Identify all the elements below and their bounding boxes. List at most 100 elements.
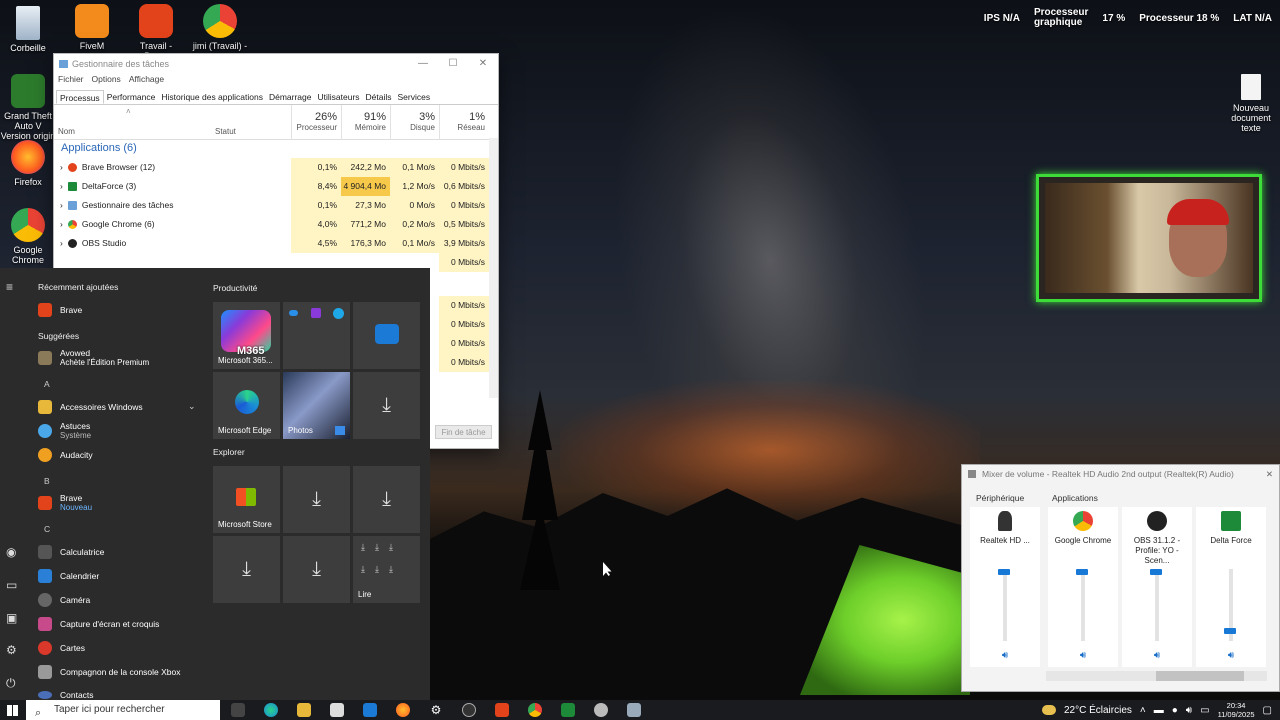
column-disk[interactable]: 3% Disque	[390, 105, 439, 140]
app-brave-2[interactable]: Brave Nouveau	[38, 493, 92, 512]
close-button[interactable]: ✕	[1266, 465, 1273, 483]
mixer-titlebar[interactable]: Mixer de volume - Realtek HD Audio 2nd o…	[962, 465, 1279, 483]
mail-icon[interactable]	[363, 703, 377, 717]
clock[interactable]: 20:34 11/09/2025	[1218, 701, 1255, 719]
file-explorer-icon[interactable]	[297, 703, 311, 717]
microphone-icon[interactable]: ●	[1172, 705, 1178, 716]
speaker-icon[interactable]: 🔊︎	[1048, 650, 1118, 661]
tile-photos[interactable]: Photos	[283, 372, 350, 439]
task-manager-icon[interactable]	[627, 703, 641, 717]
desktop-icon-fivem[interactable]: FiveM	[64, 4, 120, 51]
app-audacity[interactable]: Audacity	[38, 448, 93, 462]
column-name[interactable]: Nom	[58, 127, 75, 136]
firefox-icon[interactable]	[396, 703, 410, 717]
desktop-icon-gta5[interactable]: Grand Theft Auto V Version origin	[0, 74, 56, 141]
column-memory[interactable]: 91% Mémoire	[341, 105, 390, 140]
power-icon[interactable]: ⏻	[6, 676, 16, 691]
column-status[interactable]: Statut	[215, 127, 236, 136]
table-row[interactable]: › OBS Studio 4,5% 176,3 Mo 0,1 Mo/s 3,9 M…	[54, 234, 490, 253]
expand-chevron-icon[interactable]: ›	[60, 196, 63, 215]
desktop-icon-google-chrome[interactable]: Google Chrome	[0, 208, 56, 265]
tab-demarrage[interactable]: Démarrage	[266, 90, 315, 104]
settings-icon[interactable]: ⚙	[429, 703, 443, 717]
tile-office-group[interactable]	[283, 302, 350, 369]
desktop-icon-recycle-bin[interactable]: Corbeille	[0, 6, 56, 53]
expand-chevron-icon[interactable]: ›	[60, 177, 63, 196]
tile-edge[interactable]: Microsoft Edge	[213, 372, 280, 439]
expand-chevron-icon[interactable]: ›	[60, 158, 63, 177]
table-row[interactable]: › Google Chrome (6) 4,0% 771,2 Mo 0,2 Mo/…	[54, 215, 490, 234]
tile-download-3[interactable]: ⤓	[353, 466, 420, 533]
app-capture[interactable]: Capture d'écran et croquis	[38, 617, 159, 631]
chevron-down-icon[interactable]: ⌄	[188, 401, 196, 412]
desktop-icon-new-text-doc[interactable]: Nouveau document texte	[1222, 74, 1280, 133]
volume-slider-thumb[interactable]	[1150, 569, 1162, 575]
letter-a[interactable]: A	[44, 379, 50, 389]
tab-services[interactable]: Services	[395, 90, 434, 104]
app-contacts[interactable]: Contacts	[38, 690, 94, 700]
app-calendrier[interactable]: Calendrier	[38, 569, 99, 583]
table-row[interactable]: › Gestionnaire des tâches 0,1% 27,3 Mo 0 …	[54, 196, 490, 215]
app-compagnon-xbox[interactable]: Compagnon de la console Xbox	[38, 665, 181, 679]
app-accessoires[interactable]: Accessoires Windows	[38, 400, 143, 414]
column-cpu[interactable]: 26% Processeur	[291, 105, 341, 140]
horizontal-scrollbar[interactable]	[1046, 671, 1267, 681]
tile-outlook[interactable]	[353, 302, 420, 369]
minimize-button[interactable]: —	[408, 54, 438, 74]
brave-icon[interactable]	[495, 703, 509, 717]
speaker-icon[interactable]: 🔊︎	[1196, 650, 1266, 661]
volume-slider-track[interactable]	[1081, 569, 1085, 641]
volume-slider-thumb[interactable]	[998, 569, 1010, 575]
vertical-scrollbar[interactable]	[489, 138, 498, 398]
app-astuces[interactable]: Astuces Système	[38, 421, 91, 440]
chrome-icon[interactable]	[528, 703, 542, 717]
expand-chevron-icon[interactable]: ›	[60, 215, 63, 234]
speaker-icon[interactable]: 🔊︎	[1122, 650, 1192, 661]
channel-name[interactable]: Realtek HD ...	[970, 536, 1040, 546]
tile-download-2[interactable]: ⤓	[283, 466, 350, 533]
tile-download-5[interactable]: ⤓	[283, 536, 350, 603]
menu-fichier[interactable]: Fichier	[58, 74, 84, 88]
tile-store[interactable]: Microsoft Store	[213, 466, 280, 533]
app-avowed[interactable]: Avowed Achète l'Édition Premium	[38, 348, 149, 367]
weather-text[interactable]: 22°C Éclaircies	[1064, 705, 1132, 716]
pictures-icon[interactable]: ▣	[6, 611, 17, 625]
tile-lire-group[interactable]: ⤓⤓⤓ ⤓⤓⤓ Lire	[353, 536, 420, 603]
app-icon[interactable]	[594, 703, 608, 717]
hamburger-menu-icon[interactable]: ≡	[6, 280, 13, 294]
tab-utilisateurs[interactable]: Utilisateurs	[314, 90, 362, 104]
start-button[interactable]	[7, 705, 18, 716]
deltaforce-icon[interactable]	[561, 703, 575, 717]
volume-slider-track[interactable]	[1155, 569, 1159, 641]
tab-performance[interactable]: Performance	[104, 90, 159, 104]
keyboard-icon[interactable]: ▭	[1200, 705, 1209, 716]
app-cartes[interactable]: Cartes	[38, 641, 85, 655]
expand-chevron-icon[interactable]: ›	[60, 234, 63, 253]
volume-icon[interactable]: 🔊︎	[1186, 705, 1192, 716]
weather-icon[interactable]	[1041, 705, 1056, 715]
close-button[interactable]: ✕	[468, 54, 498, 74]
volume-slider-thumb[interactable]	[1224, 628, 1236, 635]
documents-icon[interactable]: ▭	[6, 578, 17, 592]
notifications-icon[interactable]: ▢	[1263, 705, 1272, 716]
column-network[interactable]: 1% Réseau	[439, 105, 489, 140]
tab-historique[interactable]: Historique des applications	[158, 90, 266, 104]
edge-icon[interactable]	[264, 703, 278, 717]
tile-download-4[interactable]: ⤓	[213, 536, 280, 603]
network-icon[interactable]: ▬	[1154, 705, 1164, 716]
settings-icon[interactable]: ⚙	[6, 643, 17, 657]
app-camera[interactable]: Caméra	[38, 593, 90, 607]
menu-affichage[interactable]: Affichage	[129, 74, 164, 88]
store-icon[interactable]	[330, 703, 344, 717]
scrollbar-thumb[interactable]	[1156, 671, 1244, 681]
volume-slider-thumb[interactable]	[1076, 569, 1088, 575]
app-calculatrice[interactable]: Calculatrice	[38, 545, 104, 559]
table-row[interactable]: › DeltaForce (3) 8,4% 4 904,4 Mo 1,2 Mo/s…	[54, 177, 490, 196]
user-icon[interactable]: ◉	[6, 545, 16, 559]
search-box[interactable]: ⌕ Taper ici pour rechercher	[26, 700, 220, 720]
desktop-icon-chrome-jimi[interactable]: jimi (Travail) -	[192, 4, 248, 51]
task-view-icon[interactable]	[231, 703, 245, 717]
volume-slider-track[interactable]	[1003, 569, 1007, 641]
tab-processus[interactable]: Processus	[56, 90, 104, 104]
app-brave[interactable]: Brave	[38, 303, 82, 317]
